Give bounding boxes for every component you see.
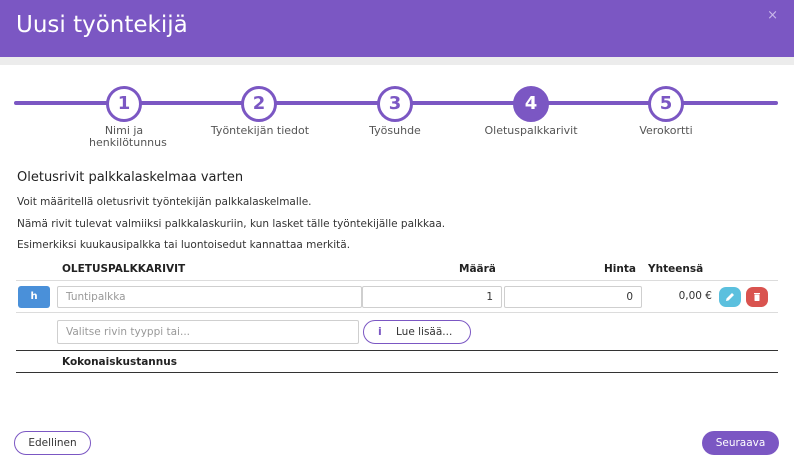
- row-divider: [16, 312, 778, 313]
- close-icon[interactable]: ×: [767, 8, 778, 23]
- modal-title: Uusi työntekijä: [16, 12, 188, 38]
- read-more-label: Lue lisää...: [396, 326, 453, 338]
- trash-icon[interactable]: [746, 287, 768, 307]
- section-title: Oletusrivit palkkalaskelmaa varten: [17, 170, 244, 185]
- total-top-divider: [16, 350, 778, 351]
- pencil-icon[interactable]: [719, 287, 741, 307]
- total-bottom-divider: [16, 372, 778, 373]
- previous-button[interactable]: Edellinen: [14, 431, 91, 455]
- step-4[interactable]: 4: [513, 86, 549, 122]
- row-type-select[interactable]: Valitse rivin tyyppi tai...: [57, 320, 359, 344]
- next-button[interactable]: Seuraava: [702, 431, 779, 455]
- header-divider: [0, 57, 794, 65]
- table-header-divider: [16, 280, 778, 281]
- intro-text-1: Voit määritellä oletusrivit työntekijän …: [17, 196, 312, 208]
- step-1[interactable]: 1: [106, 86, 142, 122]
- column-header-total: Yhteensä: [648, 263, 704, 275]
- info-icon: i: [378, 325, 382, 338]
- step-5-label: Verokortti: [639, 124, 693, 137]
- row-type-badge[interactable]: h: [18, 286, 50, 308]
- total-cost-label: Kokonaiskustannus: [62, 356, 177, 368]
- column-header-name: OLETUSPALKKARIVIT: [62, 263, 186, 275]
- step-5[interactable]: 5: [648, 86, 684, 122]
- row-total: 0,00 €: [678, 290, 712, 302]
- row-name-input[interactable]: Tuntipalkka: [57, 286, 362, 308]
- modal-header: Uusi työntekijä ×: [0, 0, 794, 57]
- column-header-price: Hinta: [604, 263, 636, 275]
- intro-text-3: Esimerkiksi kuukausipalkka tai luontoise…: [17, 239, 351, 251]
- step-3[interactable]: 3: [377, 86, 413, 122]
- row-qty-input[interactable]: 1: [362, 286, 502, 308]
- read-more-button[interactable]: i Lue lisää...: [363, 320, 471, 344]
- step-2[interactable]: 2: [241, 86, 277, 122]
- intro-text-2: Nämä rivit tulevat valmiiksi palkkalasku…: [17, 218, 446, 230]
- column-header-qty: Määrä: [459, 263, 496, 275]
- row-price-input[interactable]: 0: [504, 286, 642, 308]
